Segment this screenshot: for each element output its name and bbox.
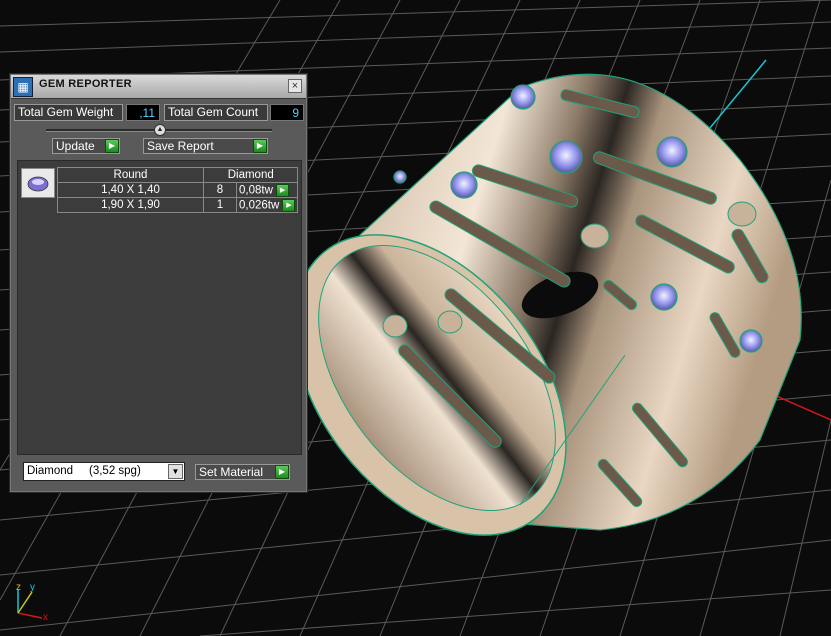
total-gem-weight-label: Total Gem Weight [14, 104, 123, 121]
update-button-label: Update [56, 139, 95, 153]
row-size: 1,90 X 1,90 [57, 197, 204, 213]
axis-z-label: z [16, 582, 21, 593]
axis-x-label: x [43, 612, 48, 623]
update-button[interactable]: Update ▶ [52, 138, 120, 154]
close-button[interactable]: × [288, 79, 302, 93]
update-go-icon: ▶ [105, 139, 119, 153]
save-report-button[interactable]: Save Report ▶ [143, 138, 268, 154]
row-weight-cell: 0,08tw ▶ [235, 182, 299, 198]
gem-report-area: Round Diamond 1,40 X 1,40 8 0,08tw ▶ 1,9… [17, 160, 302, 455]
set-material-button-label: Set Material [199, 465, 264, 479]
dropdown-arrow-icon[interactable]: ▼ [168, 464, 183, 479]
round-gem-thumbnail-icon [21, 168, 55, 198]
header-shape: Round [57, 167, 204, 183]
axis-indicator: z y x [10, 578, 55, 628]
row-select-go-icon[interactable]: ▶ [282, 198, 296, 212]
panel-titlebar[interactable]: ▦ GEM REPORTER × [11, 75, 306, 99]
total-gem-count-label: Total Gem Count [164, 104, 268, 121]
save-report-go-icon: ▶ [253, 139, 267, 153]
row-count: 1 [203, 197, 237, 213]
row-size: 1,40 X 1,40 [57, 182, 204, 198]
gem-table: Round Diamond 1,40 X 1,40 8 0,08tw ▶ 1,9… [57, 167, 299, 213]
gem-reporter-panel: ▦ GEM REPORTER × Total Gem Weight ,11 To… [9, 73, 308, 493]
report-slider-handle[interactable]: ▲ [154, 124, 166, 136]
total-gem-weight-value: ,11 [126, 104, 160, 121]
axis-y-label: y [30, 582, 35, 593]
gem-reporter-icon: ▦ [13, 77, 33, 97]
set-material-go-icon: ▶ [275, 465, 289, 479]
total-gem-count-value: 9 [270, 104, 304, 121]
material-dropdown-value: Diamond (3,52 spg) [27, 465, 141, 477]
header-material: Diamond [202, 167, 299, 183]
material-dropdown[interactable]: Diamond (3,52 spg) ▼ [23, 462, 185, 481]
table-header-row: Round Diamond [57, 167, 299, 183]
save-report-button-label: Save Report [147, 139, 214, 153]
table-row[interactable]: 1,40 X 1,40 8 0,08tw ▶ [57, 182, 299, 198]
row-select-go-icon[interactable]: ▶ [276, 183, 290, 197]
row-count: 8 [203, 182, 237, 198]
row-weight: 0,08tw [239, 184, 273, 197]
row-weight: 0,026tw [239, 199, 280, 212]
set-material-button[interactable]: Set Material ▶ [195, 464, 290, 480]
table-row[interactable]: 1,90 X 1,90 1 0,026tw ▶ [57, 197, 299, 213]
panel-title: GEM REPORTER [39, 78, 132, 90]
ring-model[interactable] [239, 73, 802, 586]
row-weight-cell: 0,026tw ▶ [235, 197, 299, 213]
